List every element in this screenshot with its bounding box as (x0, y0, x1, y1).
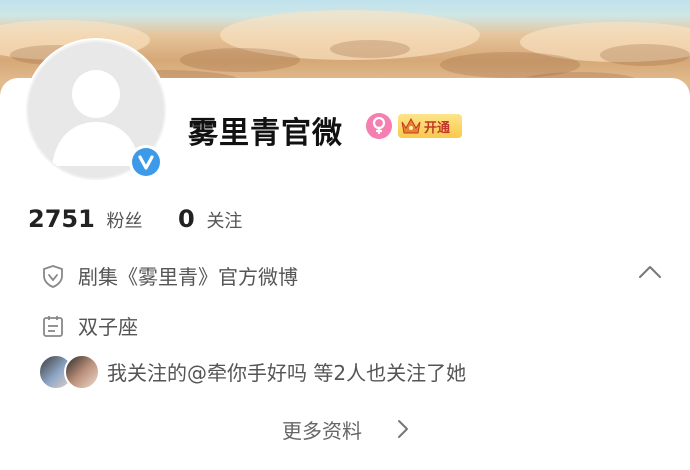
shield-check-icon (43, 265, 63, 288)
avatar[interactable] (64, 354, 100, 390)
mutual-follow-text[interactable]: 我关注的@牵你手好吗 等2人也关注了她 (107, 357, 466, 386)
vip-label: 开通 (424, 121, 451, 136)
mutual-follower-avatars[interactable] (38, 354, 100, 390)
constellation-text: 双子座 (78, 315, 138, 339)
chevron-right-icon[interactable] (396, 417, 410, 441)
followers-label: 粉丝 (106, 211, 143, 232)
chevron-up-icon[interactable] (636, 262, 664, 282)
followers-stat[interactable]: 2751 粉丝 (28, 205, 143, 233)
vip-open-badge[interactable]: 开通 (398, 114, 462, 138)
more-info-button[interactable]: 更多资料 (282, 415, 362, 444)
crown-icon (401, 117, 421, 134)
profile-name: 雾里青官微 (188, 116, 343, 151)
followers-count: 2751 (28, 205, 95, 233)
verification-text: 剧集《雾里青》官方微博 (78, 265, 298, 289)
following-stat[interactable]: 0 关注 (178, 205, 242, 233)
verified-v-icon (129, 145, 163, 179)
calendar-icon (43, 316, 63, 337)
following-count: 0 (178, 205, 195, 233)
female-icon (366, 113, 392, 139)
following-label: 关注 (206, 211, 243, 232)
